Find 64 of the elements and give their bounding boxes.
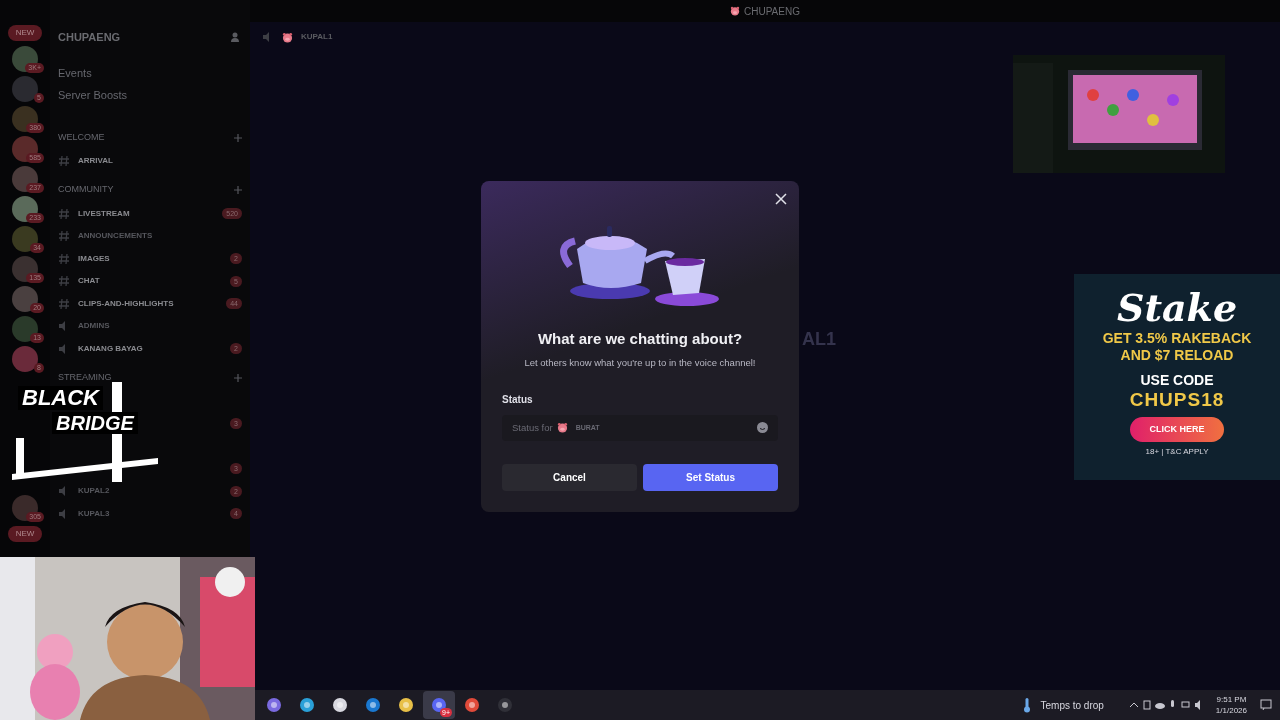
pig-icon [556,422,568,434]
channel-name[interactable]: CHAT [78,275,100,288]
new-badge: NEW [7,526,43,542]
server-avatar[interactable] [12,346,38,372]
clock-time: 9:51 PM [1216,694,1247,705]
hash-icon [58,207,70,220]
channel-name[interactable]: ANNOUNCEMENTS [78,230,153,243]
click-here-button[interactable]: CLICK HERE [1130,417,1224,442]
channel-name[interactable]: KUPAL3 [78,507,110,520]
offer-text: GET 3.5% RAKEBACK [1102,330,1252,347]
weather-text[interactable]: Temps to drop [1040,697,1104,713]
app-icon [365,697,381,713]
sidebar-link[interactable]: Events [50,62,250,84]
channel-name[interactable]: ADMINS [78,320,110,333]
app-icon [299,697,315,713]
channel-name[interactable]: LIVESTREAM [78,207,130,220]
logo-text: BLACK [18,386,103,410]
category-label[interactable]: STREAMING [58,370,112,385]
channel-name[interactable]: CLIPS-AND-HIGHLIGHTS [78,297,174,310]
clock-date: 1/1/2026 [1215,705,1247,716]
app-icon [497,697,513,713]
pig-icon [730,6,741,16]
modal-title: What are we chatting about? [537,329,743,349]
channel-title: KUPAL1 [301,31,333,43]
channel-name[interactable]: KUPAL2 [78,485,110,498]
add-icon[interactable] [234,186,242,194]
add-icon[interactable] [234,373,242,382]
add-member-icon[interactable] [230,31,242,43]
promo-code: CHUPS18 [1129,389,1225,411]
app-icon [464,697,480,713]
hash-icon [58,297,70,310]
app-icon [398,697,414,713]
placeholder-text: Status for [512,420,553,435]
app-icon [332,697,348,713]
add-icon[interactable] [234,133,242,142]
notification-icon[interactable] [1260,699,1272,711]
cancel-button[interactable]: Cancel [502,463,637,491]
emoji-icon[interactable] [757,422,768,434]
system-tray-icons[interactable] [1128,699,1203,711]
brand-logo: Stake [1116,286,1238,330]
hash-icon [58,155,70,168]
server-name[interactable]: CHUPAENG [58,28,121,46]
category-label[interactable]: WELCOME [58,130,105,145]
logo-text: BRIDGE [52,412,138,434]
pig-icon [282,31,293,43]
app-icon [266,697,282,713]
window-title: CHUPAENG [744,4,800,19]
hash-icon [58,275,70,288]
channel-name[interactable]: ARRIVAL [78,155,113,168]
set-status-button[interactable]: Set Status [643,463,778,491]
thermometer-icon [1023,697,1032,713]
new-badge: NEW [7,25,43,41]
offer-text: AND $7 RELOAD [1120,347,1234,364]
field-label: Status [502,392,533,407]
hash-icon [58,252,70,265]
hash-icon [58,230,70,243]
code-label: USE CODE [1140,372,1214,389]
channel-name[interactable]: KANANG BAYAG [78,342,143,355]
close-icon[interactable] [775,193,787,205]
channel-name[interactable]: IMAGES [78,252,110,265]
terms-text: 18+ | T&C APPLY [1145,446,1209,458]
category-label[interactable]: COMMUNITY [58,183,114,197]
modal-subtitle: Let others know what you're up to in the voice channel! [524,355,756,370]
sidebar-link[interactable]: Server Boosts [50,84,250,106]
